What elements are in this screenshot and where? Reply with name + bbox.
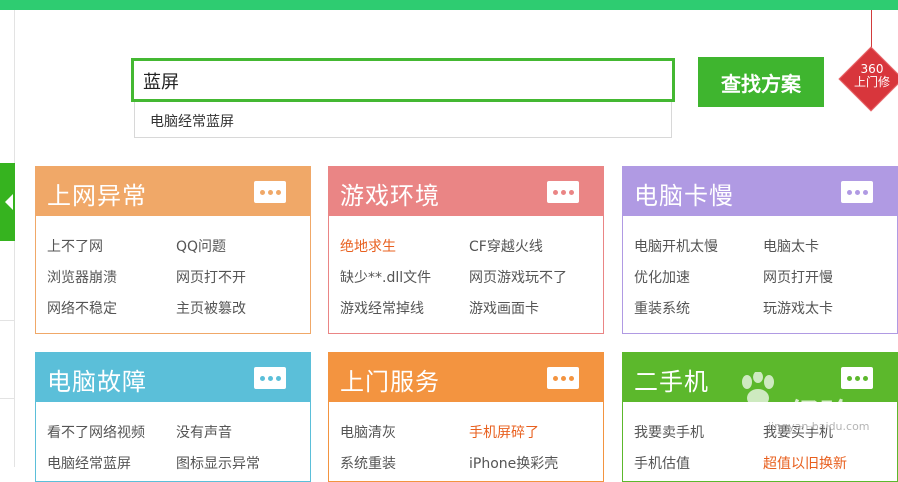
badge-label-line2: 上门修: [853, 75, 890, 89]
category-link[interactable]: 浏览器崩溃: [47, 267, 117, 287]
category-link[interactable]: 优化加速: [634, 267, 690, 287]
category-link[interactable]: 网页打开慢: [763, 267, 833, 287]
search-input[interactable]: [143, 67, 663, 95]
suggestion-item[interactable]: 电脑经常蓝屏: [150, 111, 234, 131]
category-link[interactable]: 缺少**.dll文件: [340, 267, 431, 287]
card-header: 上网异常: [36, 167, 310, 216]
category-link[interactable]: 重装系统: [634, 298, 690, 318]
category-card: 游戏环境绝地求生 CF穿越火线缺少**.dll文件 网页游戏玩不了游戏经常掉线 游戏画…: [328, 166, 604, 334]
category-link[interactable]: QQ问题: [176, 236, 226, 256]
more-icon[interactable]: [547, 181, 579, 203]
card-title[interactable]: 电脑故障: [47, 362, 147, 397]
category-card: 电脑故障看不了网络视频 没有声音电脑经常蓝屏 图标显示异常: [35, 352, 311, 482]
category-card: 上网异常上不了网 QQ问题浏览器崩溃 网页打不开网络不稳定 主页被篡改: [35, 166, 311, 334]
more-icon[interactable]: [254, 367, 286, 389]
card-title[interactable]: 电脑卡慢: [634, 176, 734, 211]
category-link[interactable]: 图标显示异常: [176, 453, 260, 473]
chevron-left-icon: [5, 194, 13, 210]
card-title[interactable]: 游戏环境: [340, 176, 440, 211]
category-link[interactable]: 游戏经常掉线: [340, 298, 424, 318]
more-icon[interactable]: [547, 367, 579, 389]
category-link[interactable]: 超值以旧换新: [763, 453, 847, 473]
category-link[interactable]: 网络不稳定: [47, 298, 117, 318]
card-title[interactable]: 上网异常: [47, 176, 147, 211]
left-separator: [0, 398, 14, 399]
category-link[interactable]: 上不了网: [47, 236, 103, 256]
category-link[interactable]: 电脑经常蓝屏: [47, 453, 131, 473]
category-link[interactable]: 电脑清灰: [340, 422, 396, 442]
category-link[interactable]: 主页被篡改: [176, 298, 246, 318]
more-icon[interactable]: [841, 181, 873, 203]
more-icon[interactable]: [841, 367, 873, 389]
category-link[interactable]: 玩游戏太卡: [763, 298, 833, 318]
card-header: 上门服务: [329, 353, 603, 402]
sidebar-toggle[interactable]: [0, 163, 15, 241]
card-header: 游戏环境: [329, 167, 603, 216]
badge-label: 360 上门修: [846, 63, 898, 89]
category-link[interactable]: 系统重装: [340, 453, 396, 473]
category-link[interactable]: iPhone换彩壳: [469, 453, 558, 473]
category-link[interactable]: 网页打不开: [176, 267, 246, 287]
category-card: 上门服务电脑清灰 手机屏碎了系统重装 iPhone换彩壳: [328, 352, 604, 482]
card-title[interactable]: 上门服务: [340, 362, 440, 397]
more-icon[interactable]: [254, 181, 286, 203]
category-link[interactable]: CF穿越火线: [469, 236, 543, 256]
category-card: 电脑卡慢电脑开机太慢 电脑太卡优化加速 网页打开慢重装系统 玩游戏太卡: [622, 166, 898, 334]
category-link[interactable]: 绝地求生: [340, 236, 396, 256]
search-suggestions: 电脑经常蓝屏: [134, 102, 672, 138]
category-link[interactable]: 网页游戏玩不了: [469, 267, 567, 287]
category-link[interactable]: 手机屏碎了: [469, 422, 539, 442]
category-link[interactable]: 电脑开机太慢: [634, 236, 718, 256]
category-link[interactable]: 游戏画面卡: [469, 298, 539, 318]
card-header: 电脑卡慢: [623, 167, 897, 216]
category-link[interactable]: 没有声音: [176, 422, 232, 442]
left-separator: [0, 320, 14, 321]
category-link[interactable]: 看不了网络视频: [47, 422, 145, 442]
category-link[interactable]: 手机估值: [634, 453, 690, 473]
search-button[interactable]: 查找方案: [698, 57, 824, 107]
category-link[interactable]: 电脑太卡: [763, 236, 819, 256]
top-bar: [0, 0, 898, 10]
card-header: 电脑故障: [36, 353, 310, 402]
search-box[interactable]: [131, 58, 675, 102]
watermark-url: jingyan.baidu.com: [768, 420, 870, 433]
